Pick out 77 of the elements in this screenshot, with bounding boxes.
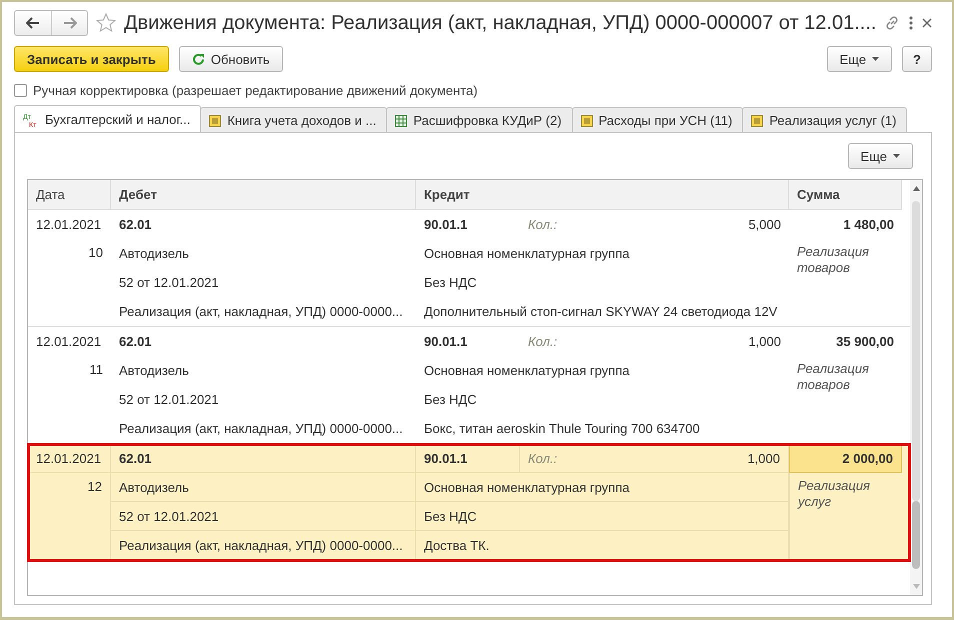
star-icon (96, 13, 116, 33)
close-icon (922, 18, 932, 28)
scroll-up-icon (912, 186, 920, 191)
quantity-label: Кол.: (528, 334, 558, 349)
debit-cell: 52 от 12.01.2021 (111, 502, 416, 531)
amount-note: Реализация товаров (796, 243, 870, 277)
window-title: Движения документа: Реализация (акт, накладная, УПД) 0000-000007 от 12.01.... (124, 12, 876, 34)
forward-arrow-icon (62, 17, 76, 29)
credit-cell-text: Без НДС (423, 274, 478, 292)
debit-cell-text: 52 от 12.01.2021 (118, 274, 220, 292)
link-icon (884, 15, 900, 31)
credit-account-cell: 90.01.1 (416, 444, 520, 473)
date-cell: 12.01.2021 (28, 444, 111, 473)
table-icon (395, 114, 408, 126)
column-header: Дата (28, 180, 111, 210)
debit-cell: Реализация (акт, накладная, УПД) 0000-0000... (111, 531, 416, 560)
column-header: Кредит (416, 180, 789, 210)
date-cell-text: 12.01.2021 (35, 333, 102, 351)
debit-account-cell-text: 62.01 (118, 216, 153, 234)
more-button[interactable]: Еще (848, 143, 913, 169)
caret-icon (893, 154, 900, 158)
menu-icon (909, 16, 914, 30)
debit-cell: Автодизель (111, 473, 416, 502)
manual-edit-checkbox[interactable] (14, 84, 27, 96)
register-icon (751, 114, 764, 126)
table-row[interactable]: 12.01.2021 12 62.01 Автодизель 52 от 12.01.2021 Реализация (акт, накладная, УПД) 0000-0000... 90.01.1 Кол.: 1,000 Основная номенклатурная группа Без НДС Доства ТК. 2 000,00 Реализация услуг (28, 444, 910, 561)
credit-cell-text: Бокс, титан aeroskin Thule Touring 700 634700 (423, 420, 701, 438)
credit-cell-text: Основная номенклатурная группа (423, 362, 630, 380)
tab[interactable]: Расшифровка КУДиР (2) (386, 107, 573, 133)
amount-note: Реализация услуг (789, 473, 902, 560)
debit-cell-text: Реализация (акт, накладная, УПД) 0000-0000... (118, 420, 404, 438)
help-button[interactable]: ? (902, 46, 932, 72)
debit-cell-text: Реализация (акт, накладная, УПД) 0000-0000... (118, 303, 404, 321)
debit-cell-text: Автодизель (118, 362, 190, 380)
credit-account-cell-text: 90.01.1 (423, 333, 468, 351)
column-header: Сумма (789, 180, 902, 210)
credit-cell: Доства ТК. (416, 531, 789, 560)
quantity-value: 1,000 (748, 334, 781, 349)
credit-cell: Основная номенклатурная группа (416, 473, 789, 502)
back-arrow-icon (26, 17, 40, 29)
manual-edit-label: Ручная корректировка (разрешает редактирование движений документа) (33, 82, 478, 98)
credit-cell-text: Основная номенклатурная группа (423, 245, 630, 263)
debit-cell-text: Автодизель (118, 245, 190, 263)
quantity-value: 1,000 (747, 450, 780, 466)
scroll-down-icon (912, 584, 920, 589)
credit-cell-text: Дополнительный стоп-сигнал SKYWAY 24 светодиода 12V (423, 303, 778, 321)
number-cell: 12 (28, 473, 111, 560)
amount-note: Реализация товаров (796, 360, 870, 394)
tab[interactable]: Книга учета доходов и ... (200, 107, 388, 133)
number-cell-text: 11 (88, 361, 104, 379)
debit-account-cell-text: 62.01 (118, 333, 153, 351)
debit-cell-text: 52 от 12.01.2021 (118, 391, 220, 409)
register-icon (580, 114, 593, 126)
scroll-thumb[interactable] (912, 501, 920, 569)
amount-cell-text: 1 480,00 (842, 216, 895, 234)
credit-cell: Без НДС (416, 502, 789, 531)
caret-icon (872, 57, 880, 61)
column-header: Дебет (111, 180, 416, 210)
tab[interactable]: Расходы при УСН (11) (572, 107, 744, 133)
refresh-button[interactable]: Обновить (178, 46, 283, 72)
debit-account-cell: 62.01 (111, 444, 416, 473)
quantity-value: 5,000 (748, 217, 781, 232)
save-and-close-button[interactable]: Записать и закрыть (14, 46, 169, 72)
credit-account-cell-text: 90.01.1 (423, 216, 468, 234)
amount-cell: 2 000,00 (789, 444, 902, 473)
tab[interactable]: Реализация услуг (1) (742, 107, 908, 133)
number-cell-text: 10 (88, 244, 104, 262)
credit-cell-text: Без НДС (423, 391, 478, 409)
quantity-label: Кол.: (528, 450, 558, 466)
refresh-icon (192, 52, 205, 66)
favorite-button[interactable] (96, 12, 116, 34)
more-button[interactable]: Еще (826, 46, 892, 72)
register-icon (209, 114, 222, 126)
date-cell-text: 12.01.2021 (35, 216, 102, 234)
scrollbar[interactable] (910, 180, 922, 595)
amount-cell-text: 35 900,00 (835, 333, 895, 351)
quantity-label: Кол.: (528, 217, 558, 232)
